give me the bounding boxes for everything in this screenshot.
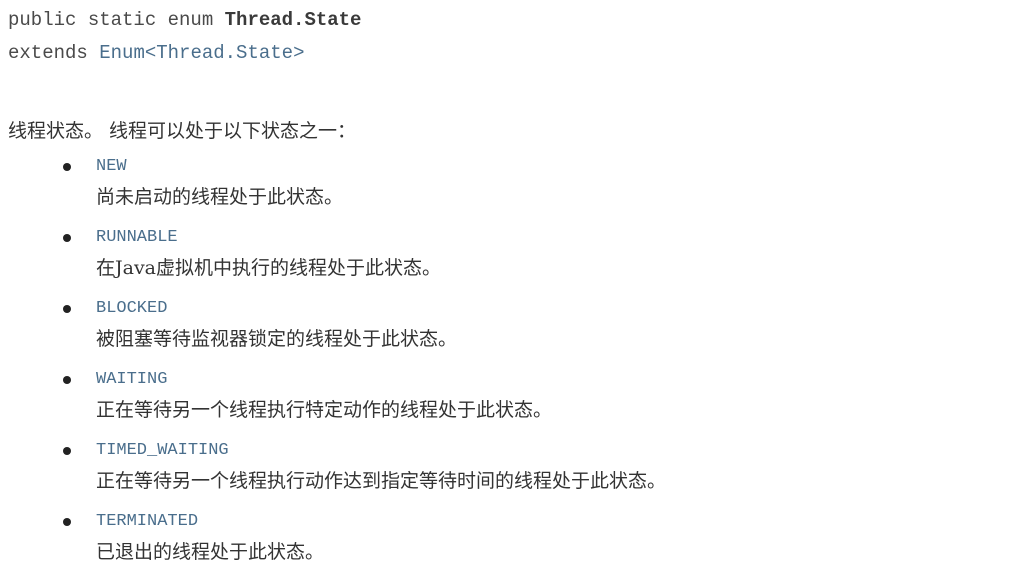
state-description: 正在等待另一个线程执行特定动作的线程处于此状态。 (96, 399, 553, 421)
state-list: NEW 尚未启动的线程处于此状态。 RUNNABLE 在Java虚拟机中执行的线… (0, 154, 1000, 580)
list-item-state-runnable: RUNNABLE 在Java虚拟机中执行的线程处于此状态。 (0, 225, 1000, 296)
state-name-link[interactable]: BLOCKED (96, 296, 167, 322)
bullet-icon (63, 234, 71, 242)
bullet-icon (63, 447, 71, 455)
state-name-link[interactable]: WAITING (96, 367, 167, 393)
list-item-state-blocked: BLOCKED 被阻塞等待监视器锁定的线程处于此状态。 (0, 296, 1000, 367)
list-item-state-new: NEW 尚未启动的线程处于此状态。 (0, 154, 1000, 225)
extends-type-link[interactable]: Enum<Thread.State> (99, 42, 304, 64)
state-name-link[interactable]: RUNNABLE (96, 225, 178, 251)
bullet-icon (63, 518, 71, 526)
bullet-icon (63, 376, 71, 384)
bullet-icon (63, 305, 71, 313)
signature-modifiers: public static enum (8, 9, 214, 31)
state-description: 尚未启动的线程处于此状态。 (96, 186, 344, 208)
state-description: 正在等待另一个线程执行动作达到指定等待时间的线程处于此状态。 (96, 470, 667, 492)
state-description: 在Java虚拟机中执行的线程处于此状态。 (96, 257, 442, 279)
list-item-state-waiting: WAITING 正在等待另一个线程执行特定动作的线程处于此状态。 (0, 367, 1000, 438)
class-description: 线程状态。 线程可以处于以下状态之一： (8, 120, 357, 142)
bullet-icon (63, 163, 71, 171)
state-description: 已退出的线程处于此状态。 (96, 541, 325, 563)
extends-clause: extends Enum<Thread.State> (8, 40, 304, 66)
list-item-state-timed-waiting: TIMED_WAITING 正在等待另一个线程执行动作达到指定等待时间的线程处于… (0, 438, 1000, 509)
state-name-link[interactable]: TIMED_WAITING (96, 438, 229, 464)
state-name-link[interactable]: TERMINATED (96, 509, 198, 535)
list-item-state-terminated: TERMINATED 已退出的线程处于此状态。 (0, 509, 1000, 580)
state-name-link[interactable]: NEW (96, 154, 127, 180)
class-name: Thread.State (224, 9, 362, 31)
state-description: 被阻塞等待监视器锁定的线程处于此状态。 (96, 328, 458, 350)
javadoc-page: public static enum Thread.State extends … (0, 0, 1020, 583)
class-signature: public static enum Thread.State (8, 7, 361, 33)
extends-keyword: extends (8, 42, 88, 64)
